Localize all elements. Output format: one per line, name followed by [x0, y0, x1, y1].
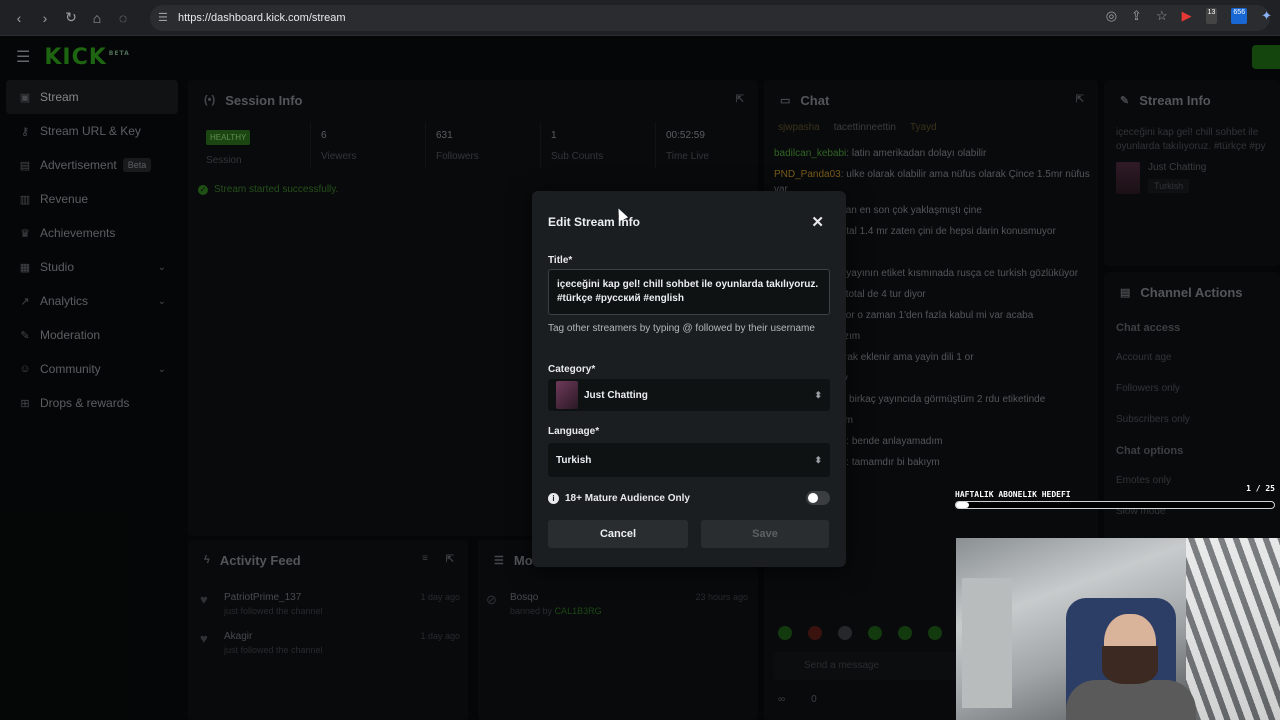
- close-icon[interactable]: ✕: [811, 213, 824, 231]
- sub-goal-widget: HAFTALIK ABONELIK HEDEFI 1 / 25: [955, 484, 1279, 514]
- ext-badge-2[interactable]: 656: [1231, 8, 1248, 24]
- sub-goal-fill: [956, 502, 969, 508]
- toggle-knob: [808, 493, 818, 503]
- home-icon[interactable]: ⌂: [86, 7, 108, 29]
- bookmark-icon[interactable]: ☆: [1156, 8, 1168, 24]
- url-text: https://dashboard.kick.com/stream: [178, 12, 346, 24]
- info-icon: i: [548, 493, 559, 504]
- sub-goal-label: HAFTALIK ABONELIK HEDEFI: [955, 490, 1071, 499]
- extension-icon[interactable]: ◌: [112, 7, 134, 29]
- forward-icon[interactable]: ›: [34, 7, 56, 29]
- sub-goal-bar: [955, 501, 1275, 509]
- site-info-icon[interactable]: ☰: [158, 11, 172, 25]
- language-select[interactable]: Turkish ⬍: [548, 443, 830, 477]
- edit-stream-info-modal: Edit Stream Info ✕ Title* içeceğini kap …: [532, 191, 846, 567]
- streamer-beard: [1102, 646, 1158, 684]
- title-helper-text: Tag other streamers by typing @ followed…: [548, 323, 815, 334]
- sub-goal-count: 1 / 25: [1246, 484, 1275, 493]
- background-door: [962, 578, 1012, 708]
- title-input[interactable]: içeceğini kap gel! chill sohbet ile oyun…: [548, 269, 830, 315]
- browser-toolbar: ‹ › ↻ ⌂ ◌ ☰ https://dashboard.kick.com/s…: [0, 0, 1280, 36]
- title-label: Title*: [548, 255, 573, 266]
- mature-toggle[interactable]: [806, 491, 830, 505]
- save-button[interactable]: Save: [701, 520, 829, 548]
- select-arrows-icon: ⬍: [814, 454, 822, 465]
- cancel-button[interactable]: Cancel: [548, 520, 688, 548]
- puzzle-icon[interactable]: ✦: [1261, 8, 1272, 24]
- mature-audience-row: i 18+ Mature Audience Only: [548, 493, 690, 504]
- category-thumbnail: [556, 381, 578, 409]
- category-label: Category*: [548, 364, 596, 375]
- share-icon[interactable]: ⇪: [1131, 8, 1142, 24]
- address-bar[interactable]: ☰ https://dashboard.kick.com/stream: [150, 5, 1270, 31]
- category-select[interactable]: Just Chatting ⬍: [548, 379, 830, 411]
- ext-badge-1[interactable]: 13: [1205, 8, 1218, 24]
- webcam-overlay: [956, 538, 1280, 720]
- reload-icon[interactable]: ↻: [60, 7, 82, 29]
- language-label: Language*: [548, 426, 600, 437]
- eye-off-icon[interactable]: ◎: [1106, 8, 1117, 24]
- streamer-body: [1066, 680, 1196, 720]
- window-blinds: [1186, 538, 1280, 720]
- back-icon[interactable]: ‹: [8, 7, 30, 29]
- select-arrows-icon: ⬍: [814, 389, 822, 400]
- youtube-ext-icon[interactable]: ▶: [1182, 8, 1192, 24]
